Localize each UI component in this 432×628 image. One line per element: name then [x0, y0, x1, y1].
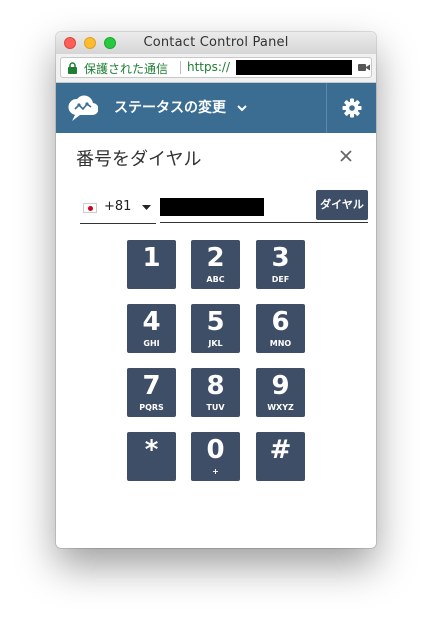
key-digit: *	[144, 435, 159, 465]
panel-title: 番号をダイヤル	[76, 149, 202, 170]
url-protocol: https://	[187, 60, 231, 74]
key-1[interactable]: 1	[127, 240, 176, 289]
key-digit: 5	[206, 307, 225, 337]
app-header: ステータスの変更	[56, 83, 376, 133]
close-icon[interactable]	[339, 149, 353, 163]
key-letters: PQRS	[139, 403, 164, 412]
logo-icon	[68, 95, 98, 121]
key-2[interactable]: 2 ABC	[191, 240, 240, 289]
address-bar: 保護された通信 https://	[56, 54, 376, 83]
key-digit: 1	[142, 243, 161, 273]
caret-down-icon	[142, 205, 151, 210]
key-letters: TUV	[206, 403, 225, 412]
key-digit: 6	[271, 307, 290, 337]
dial-button[interactable]: ダイヤル	[316, 190, 368, 220]
url-separator	[180, 61, 181, 74]
key-8[interactable]: 8 TUV	[191, 368, 240, 417]
key-digit: 7	[142, 371, 161, 401]
key-letters: MNO	[269, 339, 292, 348]
key-letters: GHI	[143, 339, 160, 348]
secure-connection-label: 保護された通信	[84, 62, 169, 76]
url-redacted	[236, 60, 352, 75]
key-7[interactable]: 7 PQRS	[127, 368, 176, 417]
key-5[interactable]: 5 JKL	[191, 304, 240, 353]
key-letters: WXYZ	[267, 403, 294, 412]
key-letters: +	[212, 467, 219, 476]
key-digit: 2	[206, 243, 225, 273]
key-4[interactable]: 4 GHI	[127, 304, 176, 353]
header-divider	[326, 83, 327, 133]
key-hash[interactable]: #	[256, 432, 305, 481]
title-bar: Contact Control Panel	[56, 32, 376, 55]
key-0[interactable]: 0 +	[191, 432, 240, 481]
chevron-down-icon	[237, 104, 247, 111]
key-digit: #	[269, 435, 292, 465]
window-title: Contact Control Panel	[143, 35, 289, 50]
url-field[interactable]: 保護された通信 https://	[60, 57, 372, 78]
key-digit: 0	[206, 435, 225, 465]
browser-window: Contact Control Panel 保護された通信 https:// ス…	[56, 32, 376, 548]
gear-icon[interactable]	[342, 98, 362, 118]
key-9[interactable]: 9 WXYZ	[256, 368, 305, 417]
key-digit: 3	[271, 243, 290, 273]
key-digit: 9	[271, 371, 290, 401]
phone-number-redacted	[160, 198, 264, 216]
key-6[interactable]: 6 MNO	[256, 304, 305, 353]
status-change-button[interactable]: ステータスの変更	[114, 97, 247, 119]
key-star[interactable]: *	[127, 432, 176, 481]
key-digit: 8	[206, 371, 225, 401]
key-3[interactable]: 3 DEF	[256, 240, 305, 289]
camera-icon[interactable]	[358, 63, 370, 72]
key-digit: 4	[142, 307, 161, 337]
country-code-value: +81	[104, 199, 132, 214]
japan-flag-icon	[83, 203, 97, 213]
key-letters: ABC	[206, 275, 225, 284]
country-code-select[interactable]: +81	[80, 193, 156, 224]
key-letters: JKL	[208, 339, 223, 348]
status-change-label: ステータスの変更	[114, 100, 226, 116]
key-letters: DEF	[271, 275, 290, 284]
lock-icon	[68, 62, 77, 74]
